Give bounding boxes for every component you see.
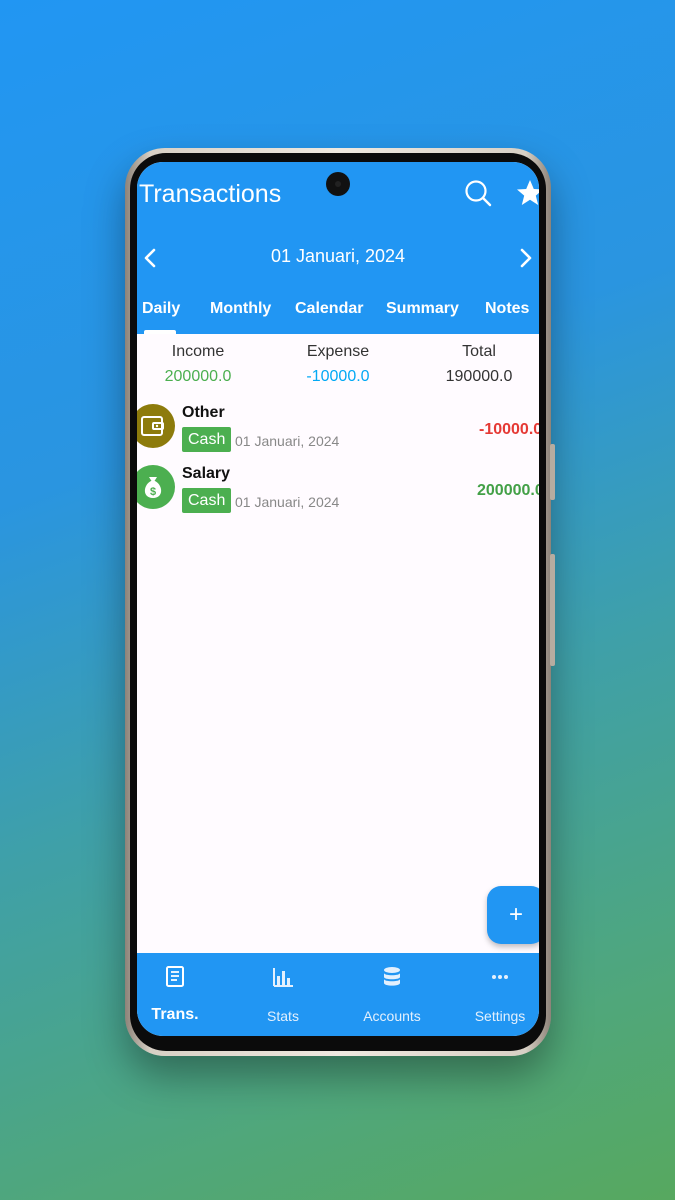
- tab-calendar[interactable]: Calendar: [295, 300, 363, 318]
- bottom-navigation: Trans. Stats Accounts Settings: [137, 953, 539, 1036]
- tab-monthly[interactable]: Monthly: [210, 300, 271, 318]
- transaction-date: 01 Januari, 2024: [235, 433, 340, 449]
- more-icon: [492, 975, 508, 979]
- expense-label: Expense: [306, 343, 370, 360]
- current-date[interactable]: 01 Januari, 2024: [137, 246, 539, 267]
- nav-label: Accounts: [363, 1008, 421, 1024]
- bar-chart-icon: [273, 968, 293, 987]
- nav-label: Trans.: [151, 1006, 199, 1023]
- transaction-category: Salary: [182, 465, 231, 482]
- account-badge: Cash: [182, 488, 232, 513]
- volume-button: [550, 444, 555, 500]
- database-icon: [384, 967, 400, 986]
- category-avatar: $: [137, 465, 175, 509]
- plus-icon: +: [508, 901, 523, 928]
- total-value: 190000.0: [445, 368, 513, 385]
- money-bag-icon: $: [144, 477, 162, 498]
- transaction-date: 01 Januari, 2024: [235, 494, 340, 510]
- account-badge: Cash: [182, 427, 232, 452]
- add-transaction-button[interactable]: +: [487, 886, 539, 944]
- chevron-right-icon[interactable]: [511, 244, 539, 272]
- total-label: Total: [462, 343, 496, 360]
- nav-item-trans[interactable]: Trans.: [137, 953, 225, 1036]
- transaction-row[interactable]: Other Cash 01 Januari, 2024 -10000.0: [137, 404, 539, 462]
- app-screen: Transactions 01 Januari, 2024 Daily Mont…: [137, 162, 539, 1036]
- book-icon: [166, 966, 184, 987]
- nav-item-stats[interactable]: Stats: [233, 953, 333, 1036]
- tab-notes[interactable]: Notes: [485, 300, 529, 318]
- income-label: Income: [171, 343, 225, 360]
- transaction-row[interactable]: $ Salary Cash 01 Januari, 2024 200000.0: [137, 465, 539, 523]
- app-header: Transactions 01 Januari, 2024 Daily Mont…: [137, 162, 539, 334]
- expense-value: -10000.0: [306, 368, 370, 385]
- date-navigator: 01 Januari, 2024: [137, 240, 539, 276]
- income-value: 200000.0: [164, 368, 232, 385]
- category-avatar: [137, 404, 175, 448]
- tab-daily[interactable]: Daily: [142, 300, 180, 318]
- nav-label: Stats: [267, 1008, 299, 1024]
- transaction-amount: 200000.0: [477, 482, 539, 499]
- star-icon[interactable]: [515, 178, 539, 208]
- search-icon[interactable]: [463, 178, 493, 208]
- nav-item-settings[interactable]: Settings: [450, 953, 539, 1036]
- nav-item-accounts[interactable]: Accounts: [342, 953, 442, 1036]
- page-title: Transactions: [139, 180, 282, 208]
- summary-bar: Income 200000.0 Expense -10000.0 Total 1…: [137, 334, 539, 394]
- transaction-amount: -10000.0: [479, 421, 539, 438]
- svg-text:$: $: [150, 486, 156, 498]
- nav-label: Settings: [474, 1008, 526, 1024]
- tab-summary[interactable]: Summary: [386, 300, 459, 318]
- front-camera: [326, 172, 350, 196]
- tab-bar: Daily Monthly Calendar Summary Notes: [137, 292, 539, 334]
- transaction-category: Other: [182, 404, 225, 421]
- power-button: [550, 554, 555, 666]
- wallet-icon: [141, 416, 164, 436]
